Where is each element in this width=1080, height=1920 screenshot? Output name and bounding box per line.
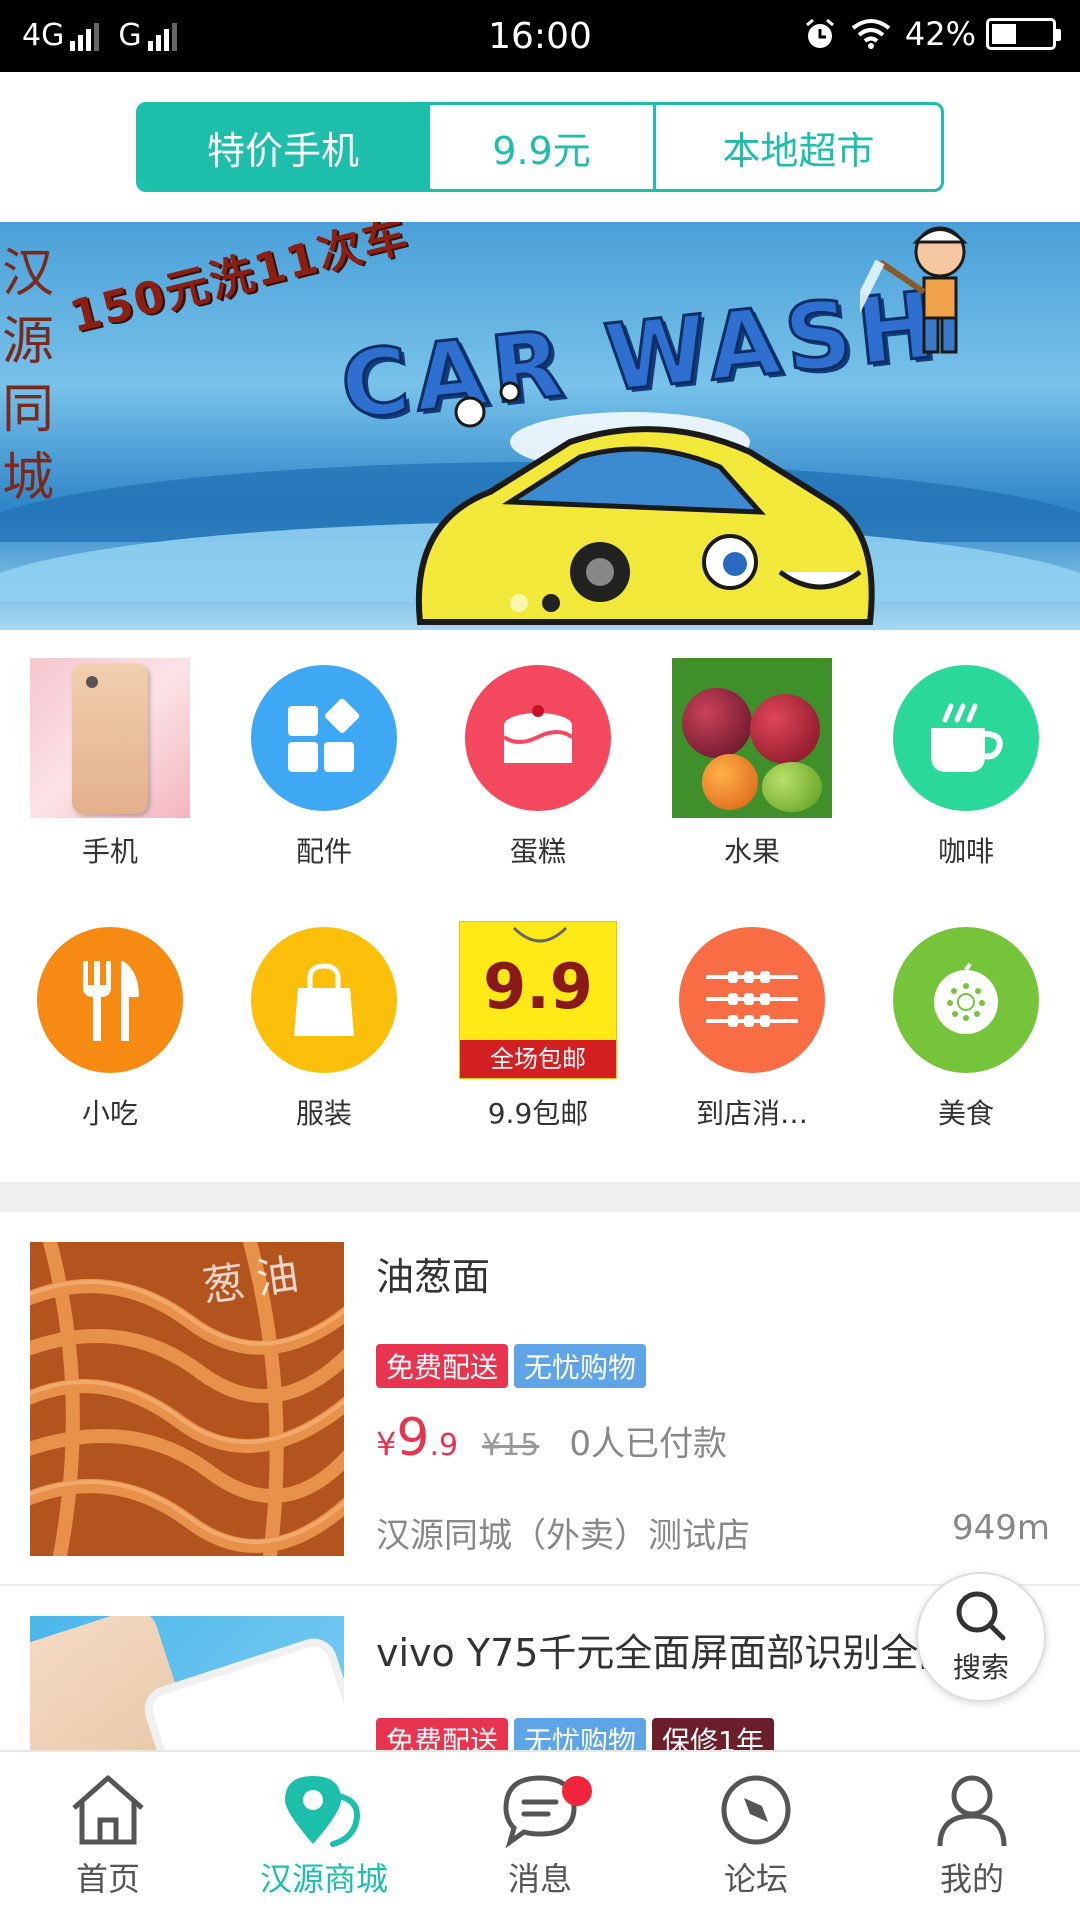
promo-banner[interactable]: 汉源同城 150元洗11次车 CAR WASH <box>0 222 1080 630</box>
nav-forum[interactable]: 论坛 <box>648 1752 864 1920</box>
category-clothing[interactable]: 服装 <box>234 920 414 1140</box>
price-decimal: .9 <box>429 1428 459 1463</box>
phone-screen-image <box>138 1632 344 1750</box>
unread-badge <box>562 1776 592 1806</box>
tag-free-delivery: 免费配送 <box>376 1718 509 1750</box>
distance: 949m <box>951 1508 1050 1548</box>
category-label: 咖啡 <box>937 835 994 868</box>
product-card[interactable]: 葱油 油葱面 免费配送 无忧购物 ¥ 9 .9 ¥15 0人已付款 汉源同城（外… <box>0 1212 1080 1582</box>
category-accessories[interactable]: 配件 <box>234 658 414 878</box>
category-label: 9.9包邮 <box>487 1097 589 1130</box>
search-icon <box>956 1591 1006 1641</box>
price-currency: ¥ <box>376 1425 397 1463</box>
battery-icon <box>986 18 1061 50</box>
shopping-bag-icon <box>251 927 397 1073</box>
product-name[interactable]: vivo Y75千元全面屏面部识别全网 <box>376 1622 936 1677</box>
nav-messages[interactable]: 消息 <box>432 1752 648 1920</box>
category-coffee[interactable]: 咖啡 <box>876 658 1056 878</box>
tab-local-supermarket[interactable]: 本地超市 <box>656 105 941 189</box>
category-label: 配件 <box>295 835 352 868</box>
shop-name[interactable]: 汉源同城（外卖）测试店 <box>376 1508 750 1557</box>
car-illustration <box>415 381 875 625</box>
search-label: 搜索 <box>952 1651 1009 1684</box>
original-price: ¥15 <box>482 1428 540 1463</box>
carousel-dot-active[interactable] <box>542 594 560 612</box>
nav-home[interactable]: 首页 <box>0 1752 216 1920</box>
nav-hanyuan-mall[interactable]: 汉源商城 <box>216 1752 432 1920</box>
price-tag-banner: 9.9 全场包邮 <box>459 921 617 1079</box>
category-phone[interactable]: 手机 <box>20 658 200 878</box>
apps-icon <box>251 665 397 811</box>
section-divider <box>0 1182 1080 1212</box>
tag-worry-free: 无忧购物 <box>514 1344 647 1388</box>
category-label: 手机 <box>81 835 138 868</box>
category-label: 到店消… <box>695 1097 808 1130</box>
nav-label: 论坛 <box>723 1860 788 1898</box>
tag-worry-free: 无忧购物 <box>514 1718 647 1750</box>
sold-count: 0人已付款 <box>569 1424 727 1464</box>
fruit-photo <box>672 658 832 818</box>
skewer-icon <box>679 927 825 1073</box>
user-icon <box>937 1775 1007 1847</box>
carousel-indicator <box>510 594 574 612</box>
kiwi-icon <box>893 927 1039 1073</box>
alarm-icon <box>805 18 834 48</box>
price-tag-subtitle: 全场包邮 <box>460 1040 616 1078</box>
status-bar: 4G G 16:00 42% <box>0 0 1080 72</box>
product-card[interactable]: vivo Y75千元全面屏面部识别全网 免费配送 无忧购物 保修1年 <box>0 1586 1080 1750</box>
location-pin-icon <box>285 1776 360 1847</box>
cake-icon <box>465 665 611 811</box>
coffee-icon <box>893 665 1039 811</box>
price-integer: 9 <box>396 1408 430 1468</box>
compass-icon <box>721 1775 791 1845</box>
category-9-9-free-shipping[interactable]: 9.9 全场包邮 9.9包邮 <box>448 920 628 1140</box>
home-icon <box>72 1775 144 1845</box>
category-cake[interactable]: 蛋糕 <box>448 658 628 878</box>
floating-search-button[interactable]: 搜索 <box>916 1572 1046 1702</box>
category-label: 小吃 <box>81 1097 138 1130</box>
category-in-store[interactable]: 到店消… <box>662 920 842 1140</box>
category-label: 美食 <box>937 1097 994 1130</box>
category-label: 蛋糕 <box>509 835 566 868</box>
bottom-navigation: 首页 汉源商城 消息 论坛 我的 <box>0 1750 1080 1920</box>
category-segment-control: 特价手机 9.9元 本地超市 <box>136 102 944 192</box>
product-tags: 免费配送 无忧购物 保修1年 <box>376 1718 780 1750</box>
wifi-icon <box>851 19 891 49</box>
price-tag-value: 9.9 <box>483 950 593 1023</box>
product-name[interactable]: 油葱面 <box>376 1246 490 1301</box>
tab-special-phones[interactable]: 特价手机 <box>139 105 430 189</box>
category-label: 服装 <box>295 1097 352 1130</box>
nav-label: 消息 <box>507 1860 572 1898</box>
category-food[interactable]: 美食 <box>876 920 1056 1140</box>
nav-label: 我的 <box>939 1860 1004 1898</box>
battery-percentage: 42% <box>904 15 976 53</box>
carousel-dot[interactable] <box>510 594 528 612</box>
category-label: 水果 <box>723 835 780 868</box>
nav-label: 首页 <box>75 1860 140 1898</box>
price-row: ¥ 9 .9 ¥15 0人已付款 <box>376 1408 727 1468</box>
product-thumbnail: 葱油 <box>30 1242 344 1556</box>
cartoon-boy-illustration <box>860 226 968 354</box>
banner-promo-text: 150元洗11次车 <box>64 222 415 344</box>
phone-photo <box>30 658 190 818</box>
nav-me[interactable]: 我的 <box>864 1752 1080 1920</box>
category-snacks[interactable]: 小吃 <box>20 920 200 1140</box>
tag-warranty: 保修1年 <box>652 1718 774 1750</box>
product-tags: 免费配送 无忧购物 <box>376 1344 652 1388</box>
product-thumbnail <box>30 1616 344 1750</box>
tag-free-delivery: 免费配送 <box>376 1344 509 1388</box>
tab-9-9-yuan[interactable]: 9.9元 <box>430 105 656 189</box>
banner-side-text: 汉源同城 <box>2 244 55 508</box>
category-fruit[interactable]: 水果 <box>662 658 842 878</box>
nav-label: 汉源商城 <box>259 1860 388 1898</box>
fork-knife-icon <box>37 927 183 1073</box>
